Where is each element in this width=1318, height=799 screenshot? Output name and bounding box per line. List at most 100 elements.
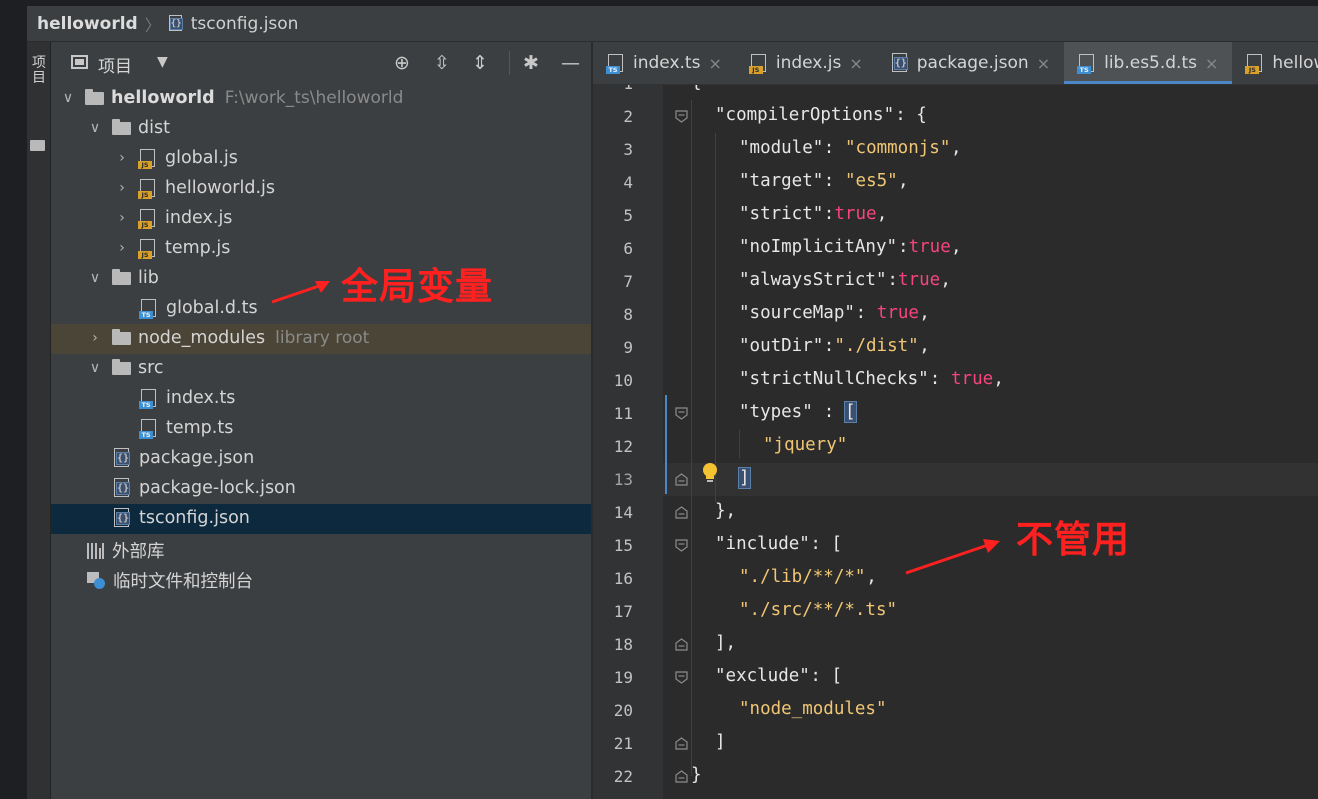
close-icon[interactable]: × [1037,54,1050,73]
code-line[interactable]: "strictNullChecks": true, [663,364,1318,397]
lightbulb-icon[interactable] [702,463,718,485]
tree-row-scratches[interactable]: 临时文件和控制台 [51,564,591,594]
code-line[interactable]: ] [663,463,1318,496]
fold-marker-icon[interactable] [675,473,688,486]
tree-row-temp-js[interactable]: › JS temp.js [51,234,591,264]
code-line[interactable]: "alwaysStrict": true, [663,265,1318,298]
close-icon[interactable]: × [849,54,862,73]
tree-row-global-js[interactable]: › JS global.js [51,144,591,174]
chevron-right-icon[interactable]: › [113,150,131,166]
code-token: , [919,303,930,323]
project-view-title[interactable]: 项目 [98,52,132,77]
fold-marker-icon[interactable] [675,110,688,123]
tree-row-helloworld-js[interactable]: › JS helloworld.js [51,174,591,204]
project-tool-button[interactable]: 项目 [29,56,49,86]
code-line[interactable]: "types" : [ [663,397,1318,430]
fold-marker-icon[interactable] [675,539,688,552]
chevron-down-icon[interactable]: ▼ [157,54,168,70]
code-token: [ [844,401,857,423]
line-number: 13 [613,470,633,489]
code-line[interactable]: "sourceMap": true, [663,298,1318,331]
line-number: 18 [613,635,633,654]
change-marker [665,395,667,494]
tree-row-tsconfig-json[interactable]: {} tsconfig.json [51,504,591,534]
chevron-right-icon[interactable]: › [86,330,104,346]
fold-marker-icon[interactable] [675,638,688,651]
gear-icon[interactable]: ✱ [523,52,539,74]
code-line[interactable]: "node_modules" [663,694,1318,727]
code-line[interactable]: "outDir": "./dist", [663,331,1318,364]
code-line[interactable]: "noImplicitAny": true, [663,232,1318,265]
close-icon[interactable]: × [708,54,721,73]
code-token: true [898,270,941,290]
line-number: 17 [613,602,633,621]
ts-file-icon: TS [139,418,158,439]
code-line[interactable]: } [663,760,1318,793]
tree-row-package-lock-json[interactable]: {} package-lock.json [51,474,591,504]
code-line[interactable]: "target": "es5", [663,166,1318,199]
fold-marker-icon[interactable] [675,671,688,684]
code-line[interactable]: "exclude": [ [663,661,1318,694]
tree-row-package-json[interactable]: {} package.json [51,444,591,474]
code-line[interactable]: "./src/**/*.ts" [663,595,1318,628]
folder-icon[interactable] [30,140,45,151]
chevron-down-icon[interactable]: ∨ [86,120,104,136]
indent-guide [691,100,692,776]
fold-marker-icon[interactable] [675,506,688,519]
line-number: 11 [613,404,633,423]
code-line[interactable]: "module": "commonjs", [663,133,1318,166]
code-line[interactable]: "jquery" [663,430,1318,463]
tree-row-external-libraries[interactable]: 外部库 [51,534,591,564]
code-token: "module" [739,138,824,158]
tab-package-json[interactable]: {} package.json × [877,42,1064,84]
fold-marker-icon[interactable] [675,407,688,420]
code-token: , [940,270,951,290]
annotation-global-variable: 全局变量 [341,265,493,308]
chevron-down-icon[interactable]: ∨ [86,270,104,286]
tab-lib-es5-d-ts[interactable]: TS lib.es5.d.ts × [1064,42,1233,84]
fold-marker-icon[interactable] [675,737,688,750]
tab-helloworld[interactable]: JS hellow [1232,42,1318,84]
code-token: }, [715,501,737,521]
code-line[interactable]: }, [663,496,1318,529]
tree-row-helloworld[interactable]: ∨ helloworld F:\work_ts\helloworld [51,84,591,114]
chevron-right-icon[interactable]: › [113,210,131,226]
code-token: true [834,204,877,224]
code-line[interactable]: "compilerOptions": { [663,100,1318,133]
chevron-down-icon[interactable]: ∨ [86,360,104,376]
code-line[interactable]: ] [663,727,1318,760]
minimize-icon[interactable]: — [561,52,580,74]
breadcrumb-file[interactable]: {} tsconfig.json [168,14,298,34]
line-number: 20 [613,701,633,720]
code-token: , [866,567,877,587]
code-token: "compilerOptions" [715,105,895,125]
chevron-right-icon[interactable]: › [113,240,131,256]
expand-all-icon[interactable]: ⇳ [434,52,450,74]
editor-tabs: TS index.ts × JS index.js × {} package.jso… [593,42,1318,85]
tree-row-src[interactable]: ∨ src [51,354,591,384]
collapse-all-icon[interactable]: ⇕ [472,52,488,74]
fold-marker-icon[interactable] [675,770,688,783]
chevron-right-icon[interactable]: › [113,180,131,196]
ts-file-icon: TS [139,298,158,319]
tab-index-js[interactable]: JS index.js × [736,42,877,84]
code-token: , [951,237,962,257]
tree-row-dist[interactable]: ∨ dist [51,114,591,144]
locate-icon[interactable]: ⊕ [394,52,410,74]
code-token: : [ [810,666,842,686]
breadcrumb-project[interactable]: helloworld [37,14,138,34]
tree-row-node-modules[interactable]: › node_modules library root [51,324,591,354]
code-line[interactable]: "strict": true, [663,199,1318,232]
close-icon[interactable]: × [1205,54,1218,73]
tree-row-index-ts[interactable]: TS index.ts [51,384,591,414]
code-token: ] [738,467,751,489]
code-token: , [919,336,930,356]
chevron-down-icon[interactable]: ∨ [59,90,77,106]
scratches-icon [87,571,106,590]
code-token: ], [715,633,737,653]
code-line[interactable]: ], [663,628,1318,661]
tree-row-temp-ts[interactable]: TS temp.ts [51,414,591,444]
tree-row-index-js[interactable]: › JS index.js [51,204,591,234]
tab-index-ts[interactable]: TS index.ts × [593,42,736,84]
library-icon [87,542,105,559]
